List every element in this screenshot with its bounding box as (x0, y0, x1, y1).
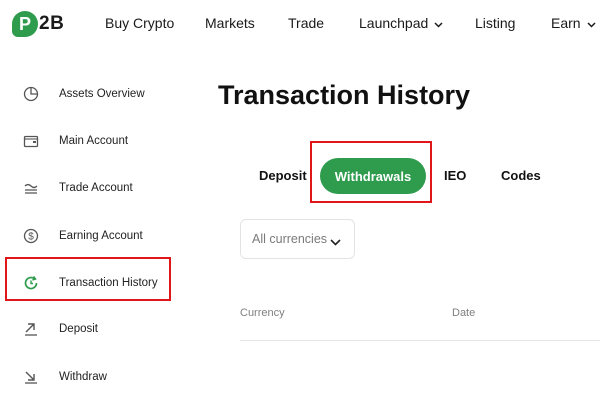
pie-chart-icon (22, 85, 40, 103)
currency-select-value: All currencies (252, 232, 328, 246)
tab-codes[interactable]: Codes (501, 168, 541, 183)
sidebar-item-label: Deposit (59, 323, 98, 335)
arrow-up-right-icon (22, 320, 40, 338)
nav-launchpad-label: Launchpad (359, 15, 429, 31)
top-navigation: P 2B Buy Crypto Markets Trade Launchpad … (0, 0, 600, 48)
dollar-circle-icon: $ (22, 227, 40, 245)
p2b-logo[interactable]: P 2B (12, 9, 64, 39)
nav-buy-crypto[interactable]: Buy Crypto (105, 15, 174, 31)
sidebar-item-assets-overview[interactable]: Assets Overview (0, 74, 180, 114)
logo-text: 2B (39, 13, 65, 34)
logo-badge: P (12, 11, 38, 37)
sidebar-highlight-box (5, 257, 171, 301)
sidebar-item-label: Withdraw (59, 371, 107, 383)
nav-earn[interactable]: Earn (551, 15, 596, 31)
sidebar-item-trade-account[interactable]: Trade Account (0, 168, 180, 208)
sidebar-item-deposit[interactable]: Deposit (0, 309, 180, 349)
nav-trade[interactable]: Trade (288, 15, 324, 31)
sidebar-item-label: Assets Overview (59, 88, 145, 100)
arrow-down-right-icon (22, 368, 40, 386)
chevron-down-icon (587, 15, 596, 31)
nav-launchpad[interactable]: Launchpad (359, 15, 443, 31)
sidebar-item-label: Trade Account (59, 182, 133, 194)
nav-listing[interactable]: Listing (475, 15, 515, 31)
sidebar-item-label: Main Account (59, 135, 129, 147)
tab-ieo[interactable]: IEO (444, 168, 466, 183)
tab-deposit[interactable]: Deposit (259, 168, 307, 183)
sidebar-item-label: Earning Account (59, 230, 143, 242)
table-header-divider (240, 340, 600, 341)
nav-markets[interactable]: Markets (205, 15, 255, 31)
sidebar-item-earning-account[interactable]: $ Earning Account (0, 216, 180, 256)
column-header-date: Date (452, 307, 476, 319)
nav-earn-label: Earn (551, 15, 581, 31)
trade-lines-icon (22, 179, 40, 197)
sidebar-item-withdraw[interactable]: Withdraw (0, 357, 180, 397)
wallet-icon (22, 132, 40, 150)
column-header-currency: Currency (240, 307, 285, 319)
chevron-down-icon (434, 15, 443, 31)
tab-withdrawals[interactable]: Withdrawals (320, 158, 426, 194)
currency-select[interactable]: All currencies (240, 219, 355, 259)
sidebar-item-main-account[interactable]: Main Account (0, 121, 180, 161)
chevron-down-icon (330, 233, 341, 251)
svg-text:$: $ (28, 232, 34, 243)
page-title: Transaction History (218, 80, 471, 110)
